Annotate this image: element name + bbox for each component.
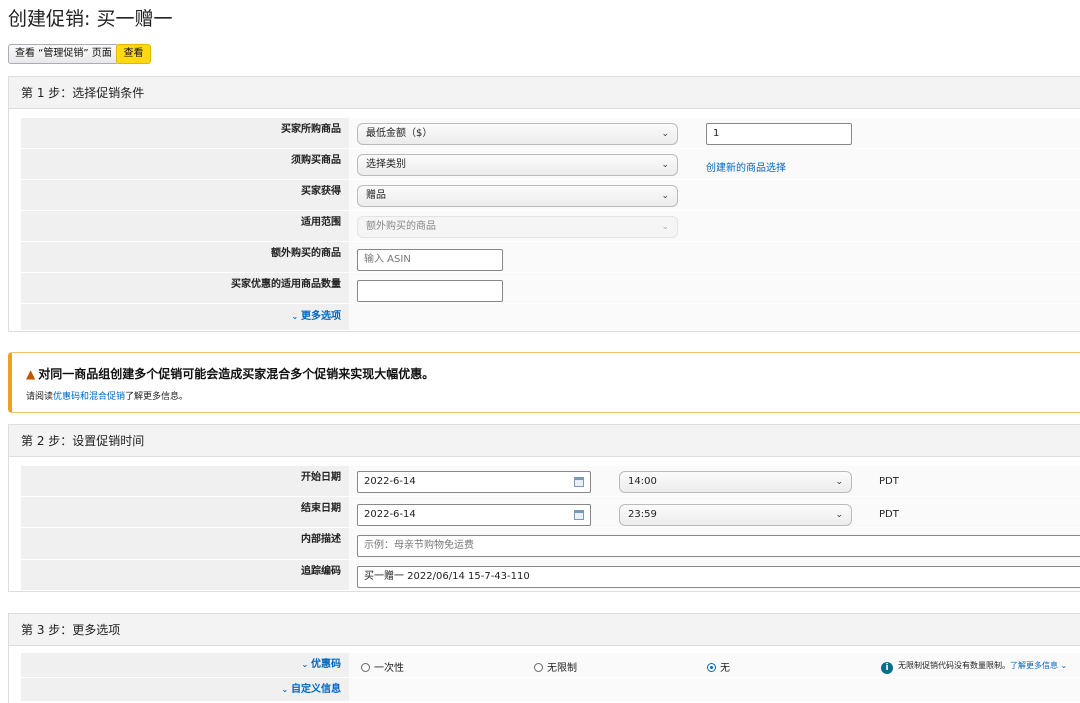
coupon-mixing-link[interactable]: 优惠码和混合促销 <box>53 392 125 402</box>
tracking-code-input[interactable]: 买一赠一 2022/06/14 15-7-43-110 <box>357 566 1080 588</box>
promo-code-toggle[interactable]: ⌄ 优惠码 <box>302 659 342 670</box>
page-title: 创建促销: 买一赠一 <box>8 8 173 30</box>
row-label: 买家所购商品 <box>21 118 349 148</box>
row-label: 买家优惠的适用商品数量 <box>21 273 349 303</box>
chevron-down-icon: ⌄ <box>301 660 311 669</box>
end-date-input[interactable]: 2022-6-14 <box>357 504 591 526</box>
end-time-select[interactable]: 23:59 ⌄ <box>619 504 852 526</box>
row-start-date: 开始日期 2022-6-14 14:00 ⌄ PDT <box>21 466 1080 497</box>
chevron-down-icon: ⌄ <box>835 477 843 487</box>
radio-one-time[interactable]: 一次性 <box>361 659 404 674</box>
row-label: 须购买商品 <box>21 149 349 179</box>
chevron-down-icon: ⌄ <box>661 129 669 139</box>
view-manage-promotions-button[interactable]: 查看 “管理促销” 页面 <box>8 44 119 64</box>
row-label: 额外购买的商品 <box>21 242 349 272</box>
custom-info-toggle[interactable]: ⌄ 自定义信息 <box>282 684 342 695</box>
radio-none[interactable]: 无 <box>707 659 730 674</box>
row-label: 开始日期 <box>21 466 349 496</box>
applies-to-select: 额外购买的商品 ⌄ <box>357 216 678 238</box>
start-time-select[interactable]: 14:00 ⌄ <box>619 471 852 493</box>
step1-section: 第 1 步：选择促销条件 买家所购商品 最低金额（$） ⌄ 1 须购买商品 选择… <box>8 76 1080 332</box>
internal-description-input[interactable]: 示例：母亲节购物免运费 <box>357 535 1080 557</box>
buyer-gets-select[interactable]: 赠品 ⌄ <box>357 185 678 207</box>
row-must-buy: 须购买商品 选择类别 ⌄ 创建新的商品选择 <box>21 149 1080 180</box>
create-product-selection-link[interactable]: 创建新的商品选择 <box>706 159 786 174</box>
row-label: 结束日期 <box>21 497 349 527</box>
buyer-purchases-select[interactable]: 最低金额（$） ⌄ <box>357 123 678 145</box>
row-qty: 买家优惠的适用商品数量 <box>21 273 1080 304</box>
row-label: 买家获得 <box>21 180 349 210</box>
calendar-icon[interactable] <box>574 510 584 520</box>
row-label: 适用范围 <box>21 211 349 241</box>
row-end-date: 结束日期 2022-6-14 23:59 ⌄ PDT <box>21 497 1080 528</box>
row-buyer-purchases: 买家所购商品 最低金额（$） ⌄ 1 <box>21 118 1080 149</box>
step3-section: 第 3 步：更多选项 ⌄ 优惠码 一次性 无限制 无 i 无限制促销代码没有数量限… <box>8 613 1080 703</box>
row-buyer-gets: 买家获得 赠品 ⌄ <box>21 180 1080 211</box>
view-button[interactable]: 查看 <box>116 44 151 64</box>
row-applies-to: 适用范围 额外购买的商品 ⌄ <box>21 211 1080 242</box>
info-icon: i <box>881 662 893 674</box>
asin-input[interactable]: 输入 ASIN <box>357 249 503 271</box>
radio-unlimited[interactable]: 无限制 <box>534 659 577 674</box>
row-custom-info: ⌄ 自定义信息 <box>21 678 1080 702</box>
timezone-label: PDT <box>879 509 899 520</box>
step1-header: 第 1 步：选择促销条件 <box>9 77 1080 109</box>
chevron-down-icon: ⌄ <box>835 510 843 520</box>
chevron-down-icon: ⌄ <box>1058 661 1068 670</box>
calendar-icon[interactable] <box>574 477 584 487</box>
row-tracking-code: 追踪编码 买一赠一 2022/06/14 15-7-43-110 <box>21 560 1080 591</box>
row-promo-code: ⌄ 优惠码 一次性 无限制 无 i 无限制促销代码没有数量限制。了解更多信息 ⌄ <box>21 653 1080 678</box>
promo-code-info: i 无限制促销代码没有数量限制。了解更多信息 ⌄ <box>881 660 1067 674</box>
chevron-down-icon: ⌄ <box>661 191 669 201</box>
warning-icon: ▲ <box>26 367 36 381</box>
start-date-input[interactable]: 2022-6-14 <box>357 471 591 493</box>
row-internal-desc: 内部描述 示例：母亲节购物免运费 <box>21 528 1080 560</box>
step3-header: 第 3 步：更多选项 <box>9 614 1080 646</box>
row-extra-items: 额外购买的商品 输入 ASIN <box>21 242 1080 273</box>
chevron-down-icon: ⌄ <box>291 312 301 321</box>
step2-section: 第 2 步：设置促销时间 开始日期 2022-6-14 14:00 ⌄ PDT … <box>8 424 1080 592</box>
chevron-down-icon: ⌄ <box>661 160 669 170</box>
row-label: 追踪编码 <box>21 560 349 590</box>
row-label: 内部描述 <box>21 528 349 559</box>
learn-more-link[interactable]: 了解更多信息 ⌄ <box>1010 661 1067 670</box>
row-more-options: ⌄ 更多选项 <box>21 304 1080 331</box>
must-buy-select[interactable]: 选择类别 ⌄ <box>357 154 678 176</box>
chevron-down-icon: ⌄ <box>661 222 669 232</box>
step2-header: 第 2 步：设置促销时间 <box>9 425 1080 457</box>
more-options-link[interactable]: ⌄ 更多选项 <box>292 311 342 322</box>
quantity-input[interactable] <box>357 280 503 302</box>
warning-alert: ▲ 对同一商品组创建多个促销可能会造成买家混合多个促销来实现大幅优惠。 请阅读优惠… <box>8 352 1080 413</box>
chevron-down-icon: ⌄ <box>281 685 291 694</box>
min-amount-input[interactable]: 1 <box>706 123 852 145</box>
timezone-label: PDT <box>879 476 899 487</box>
